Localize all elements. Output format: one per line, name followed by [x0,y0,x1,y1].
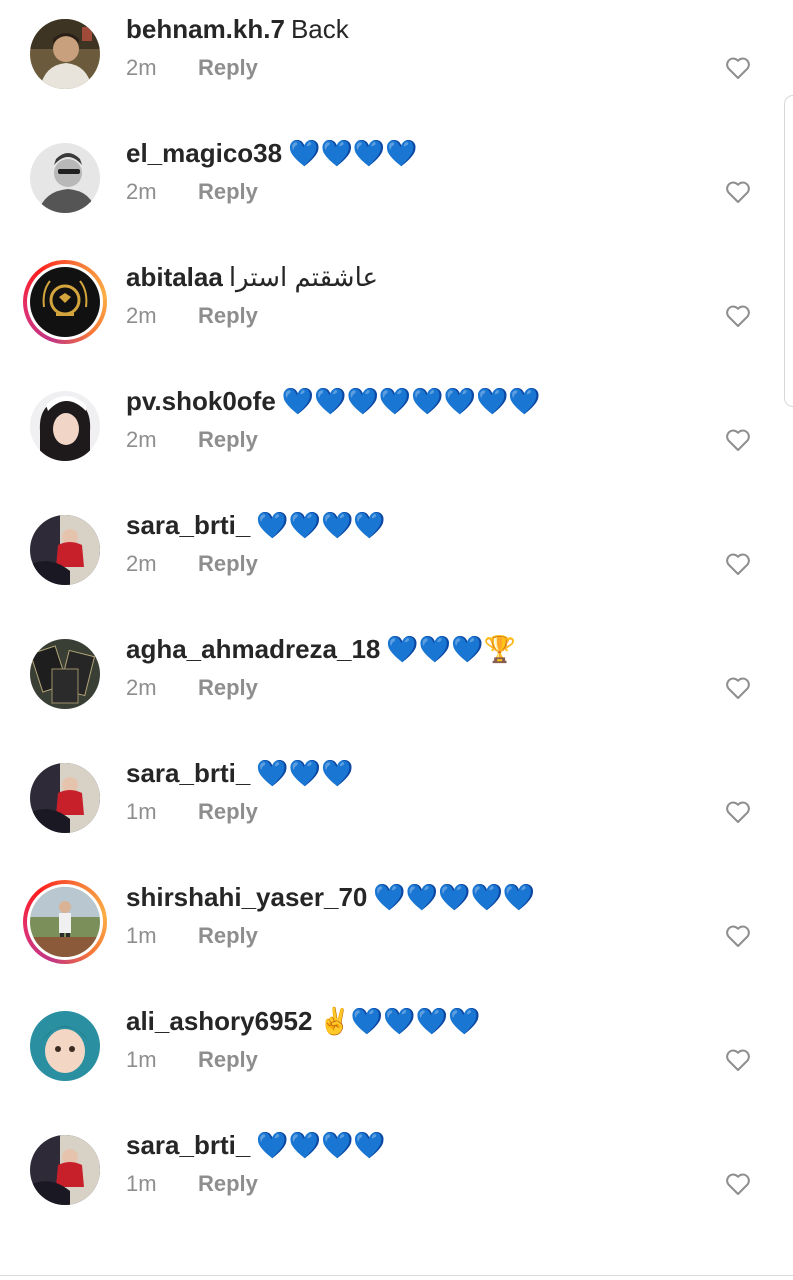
reply-button[interactable]: Reply [198,551,258,576]
avatar[interactable] [30,763,100,833]
reply-button[interactable]: Reply [198,55,258,80]
user-avatar-photo [30,143,100,213]
comment-row: behnam.kh.7 Back 2m Reply [0,0,793,124]
comment-timestamp: 1m [126,923,157,948]
heart-outline-icon[interactable] [725,1172,751,1196]
heart-outline-icon[interactable] [725,1048,751,1072]
comment-username[interactable]: sara_brti_ [126,758,250,788]
comment-timestamp: 2m [126,551,157,576]
reply-button[interactable]: Reply [198,1171,258,1196]
comment-text: 💙💙💙💙 [256,510,386,540]
comment-row: sara_brti_ 💙💙💙💙 1m Reply [0,1116,793,1240]
user-avatar-photo [30,515,100,585]
comment-text: Back [290,14,349,44]
reply-button[interactable]: Reply [198,179,258,204]
comments-list: behnam.kh.7 Back 2m Reply el_magico38 💙💙💙💙 [0,0,793,1280]
comment-row: sara_brti_ 💙💙💙💙 2m Reply [0,496,793,620]
comment-row: pv.shok0ofe 💙💙💙💙💙💙💙💙 2m Reply [0,372,793,496]
comment-timestamp: 2m [126,675,157,700]
scrollbar[interactable] [784,95,793,407]
comment-row: agha_ahmadreza_18 💙💙💙🏆 2m Reply [0,620,793,744]
avatar[interactable] [30,639,100,709]
comment-timestamp: 2m [126,303,157,328]
reply-button[interactable]: Reply [198,923,258,948]
avatar[interactable] [30,391,100,461]
reply-button[interactable]: Reply [198,427,258,452]
reply-button[interactable]: Reply [198,799,258,824]
user-avatar-photo [30,1011,100,1081]
comment-username[interactable]: el_magico38 [126,138,282,168]
comment-row: ali_ashory6952 ✌️💙💙💙💙 1m Reply [0,992,793,1116]
heart-outline-icon[interactable] [725,180,751,204]
comment-username[interactable]: pv.shok0ofe [126,386,276,416]
reply-button[interactable]: Reply [198,303,258,328]
reply-button[interactable]: Reply [198,1047,258,1072]
comment-timestamp: 1m [126,1171,157,1196]
comment-row: abitalaa عاشقتم استرا 2m Reply [0,248,793,372]
comment-timestamp: 2m [126,427,157,452]
heart-outline-icon[interactable] [725,676,751,700]
comment-text: 💙💙💙💙💙 [373,882,536,912]
comment-username[interactable]: shirshahi_yaser_70 [126,882,367,912]
avatar-story-ring[interactable] [23,260,107,344]
comment-text: 💙💙💙 [256,758,354,788]
user-avatar-photo [30,887,100,957]
user-avatar-photo [30,1135,100,1205]
comment-text: 💙💙💙💙 [256,1130,386,1160]
comment-text: 💙💙💙🏆 [386,634,516,664]
avatar[interactable] [30,515,100,585]
comment-text: 💙💙💙💙 [288,138,418,168]
avatar[interactable] [30,19,100,89]
comment-text: عاشقتم استرا [228,262,378,292]
user-avatar-photo [30,639,100,709]
avatar[interactable] [30,143,100,213]
avatar[interactable] [30,1011,100,1081]
divider [0,1275,793,1276]
heart-outline-icon[interactable] [725,800,751,824]
comment-username[interactable]: sara_brti_ [126,510,250,540]
logo-avatar [30,267,100,337]
comment-row: sara_brti_ 💙💙💙 1m Reply [0,744,793,868]
user-avatar-photo [30,763,100,833]
avatar-story-ring[interactable] [23,880,107,964]
comment-username[interactable]: sara_brti_ [126,1130,250,1160]
comment-timestamp: 2m [126,179,157,204]
comment-text: 💙💙💙💙💙💙💙💙 [281,386,541,416]
comment-username[interactable]: agha_ahmadreza_18 [126,634,380,664]
comment-username[interactable]: abitalaa [126,262,223,292]
user-avatar-photo [30,19,100,89]
heart-outline-icon[interactable] [725,428,751,452]
comment-timestamp: 1m [126,799,157,824]
comment-timestamp: 2m [126,55,157,80]
comment-username[interactable]: behnam.kh.7 [126,14,285,44]
comment-row: el_magico38 💙💙💙💙 2m Reply [0,124,793,248]
user-avatar-photo [30,391,100,461]
avatar[interactable] [30,1135,100,1205]
heart-outline-icon[interactable] [725,56,751,80]
comment-row: shirshahi_yaser_70 💙💙💙💙💙 1m Reply [0,868,793,992]
heart-outline-icon[interactable] [725,924,751,948]
comment-username[interactable]: ali_ashory6952 [126,1006,312,1036]
comment-text: ✌️💙💙💙💙 [318,1006,481,1036]
reply-button[interactable]: Reply [198,675,258,700]
heart-outline-icon[interactable] [725,552,751,576]
heart-outline-icon[interactable] [725,304,751,328]
comment-timestamp: 1m [126,1047,157,1072]
